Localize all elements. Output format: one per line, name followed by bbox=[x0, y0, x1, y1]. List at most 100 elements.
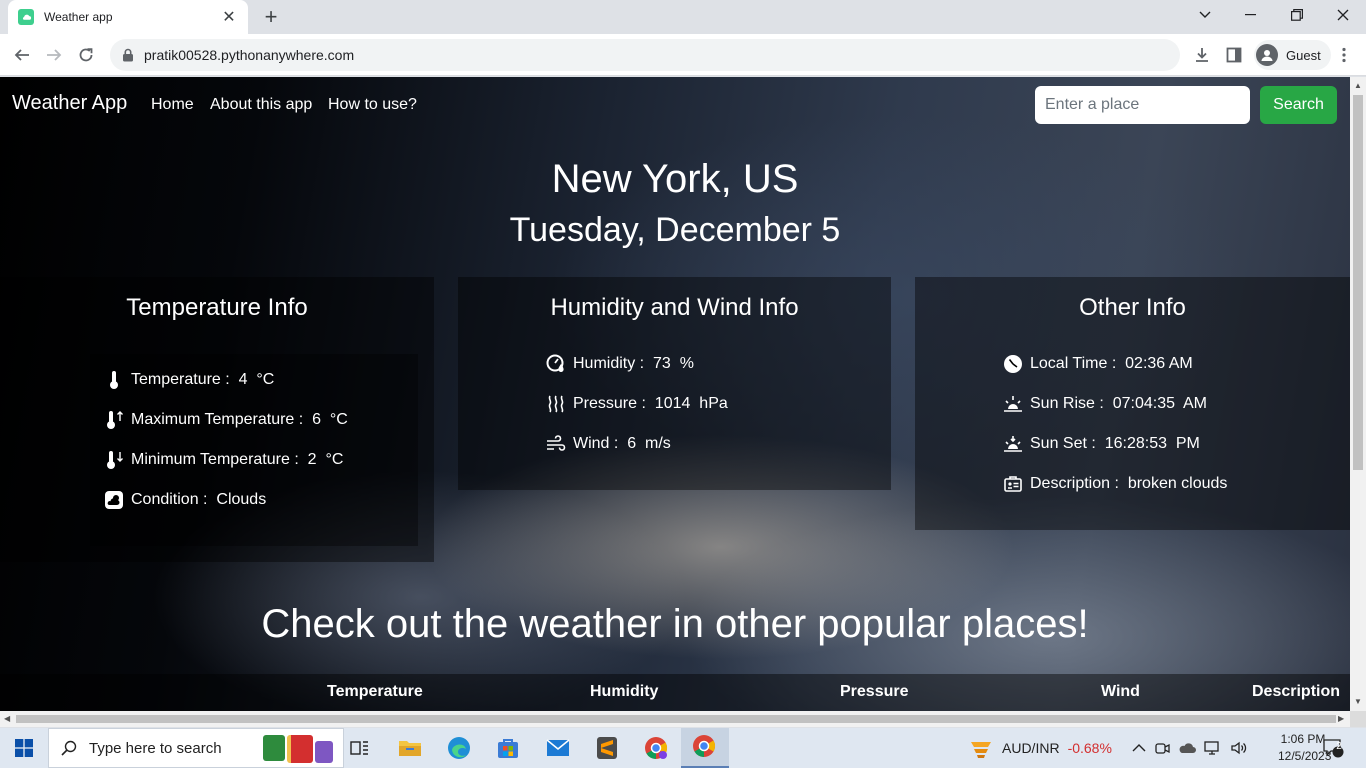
clock-time: 1:06 PM bbox=[1280, 732, 1326, 746]
volume-icon[interactable] bbox=[1230, 740, 1248, 756]
tab-search-icon[interactable] bbox=[1182, 0, 1228, 30]
sunrise-icon bbox=[1002, 393, 1024, 415]
temperature-card: Temperature Info Temperature : 4 °C Maxi… bbox=[0, 277, 434, 562]
chrome-icon bbox=[692, 734, 716, 763]
avatar-icon bbox=[1256, 44, 1278, 66]
scroll-right-icon[interactable]: ▶ bbox=[1338, 714, 1344, 723]
mail-icon[interactable] bbox=[544, 734, 572, 762]
taskbar-search-box[interactable]: Type here to search bbox=[48, 728, 344, 768]
url-text: pratik00528.pythonanywhere.com bbox=[144, 47, 355, 63]
edge-browser-icon[interactable] bbox=[445, 734, 473, 762]
popular-places-table-header: Temperature Humidity Pressure Wind Descr… bbox=[0, 674, 1350, 711]
gift-search-highlight-icon bbox=[263, 735, 333, 763]
page-viewport: Weather App Home About this app How to u… bbox=[0, 77, 1350, 711]
nav-howto-link[interactable]: How to use? bbox=[328, 96, 417, 114]
favicon-icon bbox=[18, 9, 34, 25]
pressure-icon bbox=[545, 393, 567, 415]
ticker-change: -0.68% bbox=[1067, 740, 1112, 756]
restore-icon[interactable] bbox=[1274, 0, 1320, 30]
wind-icon bbox=[545, 433, 567, 455]
tab-strip: Weather app ✕ + bbox=[0, 0, 1366, 34]
chrome-active-app[interactable] bbox=[681, 728, 729, 768]
column-header-wind: Wind bbox=[1101, 683, 1140, 700]
humidity-row: Humidity : 73 % bbox=[545, 353, 694, 375]
scroll-up-icon[interactable]: ▲ bbox=[1354, 81, 1362, 90]
minimize-icon[interactable] bbox=[1228, 0, 1274, 30]
scroll-down-icon[interactable]: ▼ bbox=[1354, 697, 1362, 706]
thermometer-icon bbox=[103, 369, 125, 391]
wind-row: Wind : 6 m/s bbox=[545, 433, 671, 455]
new-tab-button[interactable]: + bbox=[258, 4, 284, 30]
taskbar-clock[interactable]: 1:06 PM 12/5/2023 bbox=[1278, 731, 1332, 765]
back-icon[interactable] bbox=[10, 43, 34, 67]
microsoft-store-icon[interactable] bbox=[494, 734, 522, 762]
stock-ticker-icon bbox=[971, 742, 991, 758]
chrome-profile-icon[interactable] bbox=[642, 734, 670, 762]
scrollbar-corner bbox=[1350, 711, 1366, 727]
notification-center-icon[interactable]: 2 bbox=[1322, 728, 1344, 768]
address-bar[interactable]: pratik00528.pythonanywhere.com bbox=[110, 39, 1180, 71]
place-search-input[interactable] bbox=[1035, 86, 1250, 124]
nav-about-link[interactable]: About this app bbox=[210, 96, 312, 114]
vertical-scroll-thumb[interactable] bbox=[1353, 95, 1363, 470]
description-icon bbox=[1002, 473, 1024, 495]
column-header-pressure: Pressure bbox=[840, 683, 909, 700]
local-time-row: Local Time : 02:36 AM bbox=[1002, 353, 1193, 375]
sublime-text-icon[interactable] bbox=[593, 734, 621, 762]
taskbar: Type here to search AUD/INR -0.68% 1:06 … bbox=[0, 728, 1366, 768]
stock-widget[interactable]: AUD/INR -0.68% bbox=[968, 728, 1112, 768]
nav-home-link[interactable]: Home bbox=[151, 96, 194, 114]
chevron-up-icon[interactable] bbox=[1132, 743, 1146, 753]
notification-count: 2 bbox=[1336, 741, 1342, 752]
column-header-humidity: Humidity bbox=[590, 683, 659, 700]
horizontal-scroll-thumb[interactable] bbox=[16, 715, 1336, 723]
search-icon bbox=[61, 740, 77, 756]
network-icon[interactable] bbox=[1204, 740, 1222, 756]
min-temperature-row: Minimum Temperature : 2 °C bbox=[103, 449, 343, 471]
browser-tab[interactable]: Weather app ✕ bbox=[8, 0, 248, 34]
task-view-icon[interactable] bbox=[346, 734, 374, 762]
city-heading: New York, US bbox=[551, 157, 799, 201]
humidity-card-title: Humidity and Wind Info bbox=[550, 294, 799, 321]
side-panel-icon[interactable] bbox=[1222, 43, 1246, 67]
cloud-sun-icon bbox=[103, 489, 125, 511]
column-header-description: Description bbox=[1252, 683, 1341, 700]
reload-icon[interactable] bbox=[74, 43, 98, 67]
sunset-row: Sun Set : 16:28:53 PM bbox=[1002, 433, 1200, 455]
system-tray bbox=[1132, 728, 1248, 768]
taskbar-search-placeholder: Type here to search bbox=[89, 739, 222, 757]
profile-button[interactable]: Guest bbox=[1254, 40, 1331, 70]
download-icon[interactable] bbox=[1190, 43, 1214, 67]
sunset-icon bbox=[1002, 433, 1024, 455]
windows-start-icon[interactable] bbox=[0, 728, 48, 768]
tab-close-icon[interactable]: ✕ bbox=[220, 7, 238, 27]
file-explorer-icon[interactable] bbox=[396, 734, 424, 762]
max-temperature-row: Maximum Temperature : 6 °C bbox=[103, 409, 348, 431]
vertical-scrollbar[interactable]: ▲ ▼ bbox=[1350, 77, 1366, 711]
other-info-card-title: Other Info bbox=[1079, 294, 1186, 321]
meet-now-icon[interactable] bbox=[1154, 740, 1170, 756]
scroll-left-icon[interactable]: ◀ bbox=[4, 714, 10, 723]
onedrive-icon[interactable] bbox=[1178, 742, 1196, 754]
tab-title: Weather app bbox=[44, 10, 113, 24]
sunrise-row: Sun Rise : 07:04:35 AM bbox=[1002, 393, 1207, 415]
ticker-symbol: AUD/INR bbox=[1002, 740, 1060, 756]
humidity-card: Humidity and Wind Info Humidity : 73 % P… bbox=[458, 277, 891, 490]
lock-icon bbox=[123, 48, 133, 62]
humidity-icon bbox=[545, 353, 567, 375]
other-info-card: Other Info Local Time : 02:36 AM Sun Ris… bbox=[915, 277, 1350, 530]
browser-toolbar: pratik00528.pythonanywhere.com Guest bbox=[0, 34, 1366, 76]
column-header-temperature: Temperature bbox=[327, 683, 423, 700]
clock-icon bbox=[1002, 353, 1024, 375]
close-window-icon[interactable] bbox=[1320, 0, 1366, 30]
clock-date: 12/5/2023 bbox=[1278, 749, 1332, 763]
thermometer-down-icon bbox=[103, 449, 125, 471]
app-brand[interactable]: Weather App bbox=[12, 92, 127, 115]
search-button[interactable]: Search bbox=[1260, 86, 1337, 124]
menu-icon[interactable] bbox=[1334, 43, 1354, 67]
temperature-card-title: Temperature Info bbox=[126, 294, 308, 321]
thermometer-up-icon bbox=[103, 409, 125, 431]
forward-icon[interactable] bbox=[42, 43, 66, 67]
popular-places-heading: Check out the weather in other popular p… bbox=[261, 602, 1089, 646]
horizontal-scrollbar[interactable]: ◀ ▶ bbox=[0, 711, 1350, 727]
